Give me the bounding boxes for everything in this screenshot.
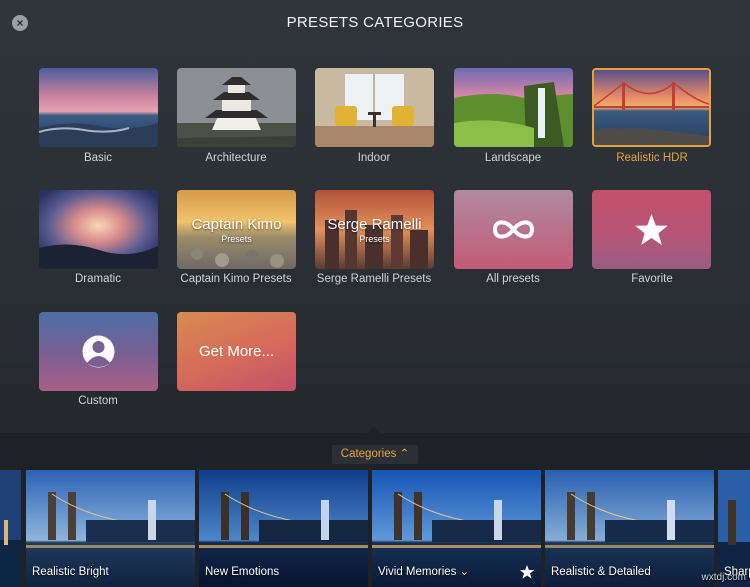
category-tile-custom[interactable] xyxy=(39,312,158,391)
preset-realistic-detailed[interactable]: Realistic & Detailed xyxy=(545,470,714,587)
categories-toggle-button[interactable]: Categories ⌃ xyxy=(332,445,418,464)
category-label: Basic xyxy=(83,152,113,164)
category-label: Architecture xyxy=(205,152,267,164)
realistic-hdr-thumbnail xyxy=(594,70,709,145)
categories-toggle-label: Categories xyxy=(340,448,397,460)
tile-title: Serge Ramelli xyxy=(327,216,422,233)
category-label: Captain Kimo Presets xyxy=(180,273,292,285)
category-tile-favorite[interactable] xyxy=(592,190,711,269)
architecture-thumbnail xyxy=(177,68,296,147)
category-label: Indoor xyxy=(357,152,391,164)
category-label: Realistic HDR xyxy=(616,152,688,164)
watermark: wxtdj.com xyxy=(701,572,746,583)
category-tile-dramatic[interactable] xyxy=(39,190,158,269)
category-label: Dramatic xyxy=(74,273,121,285)
preset-realistic-bright[interactable]: Realistic Bright xyxy=(26,470,195,587)
indoor-thumbnail xyxy=(315,68,434,147)
category-tile-serge-ramelli[interactable]: Serge Ramelli Presets xyxy=(315,190,434,269)
star-icon[interactable] xyxy=(519,564,535,580)
preset-label: Vivid Memories ⌄ xyxy=(378,564,469,578)
preset-label: Realistic & Detailed xyxy=(551,566,651,578)
preset-new-emotions[interactable]: New Emotions xyxy=(199,470,368,587)
user-icon xyxy=(82,335,115,368)
landscape-thumbnail xyxy=(454,68,573,147)
tile-subtitle: Presets xyxy=(221,234,252,244)
preset-thumbnail-partial[interactable] xyxy=(0,470,21,587)
category-tile-landscape[interactable] xyxy=(454,68,573,147)
category-label: Serge Ramelli Presets xyxy=(316,273,432,285)
preset-image xyxy=(0,470,21,587)
category-tile-basic[interactable] xyxy=(39,68,158,147)
page-title: PRESETS CATEGORIES xyxy=(286,14,464,31)
category-tile-all-presets[interactable] xyxy=(454,190,573,269)
category-label: Custom xyxy=(78,395,118,407)
category-tile-captain-kimo[interactable]: Captain Kimo Presets xyxy=(177,190,296,269)
category-label: Favorite xyxy=(631,273,673,285)
category-tile-realistic-hdr[interactable] xyxy=(592,68,711,147)
get-more-label: Get More... xyxy=(198,343,275,360)
category-tile-indoor[interactable] xyxy=(315,68,434,147)
tile-title: Captain Kimo xyxy=(191,216,282,233)
infinity-icon xyxy=(492,220,535,239)
preset-sharp[interactable]: Sharp xyxy=(718,470,750,587)
get-more-button[interactable]: Get More... xyxy=(177,312,296,391)
preset-label: New Emotions xyxy=(205,566,280,578)
chevron-up-icon: ⌃ xyxy=(399,448,410,460)
star-icon xyxy=(635,214,668,245)
preset-label: Realistic Bright xyxy=(32,566,109,578)
panel-pointer xyxy=(366,426,382,434)
dramatic-thumbnail xyxy=(39,190,158,269)
basic-thumbnail xyxy=(39,68,158,147)
preset-label-text: Vivid Memories xyxy=(378,566,457,578)
chevron-down-icon[interactable]: ⌄ xyxy=(460,566,470,578)
category-tile-architecture[interactable] xyxy=(177,68,296,147)
preset-vivid-memories[interactable]: Vivid Memories ⌄ xyxy=(372,470,541,587)
tile-subtitle: Presets xyxy=(359,234,390,244)
category-label: Landscape xyxy=(484,152,542,164)
category-label: All presets xyxy=(486,273,540,285)
